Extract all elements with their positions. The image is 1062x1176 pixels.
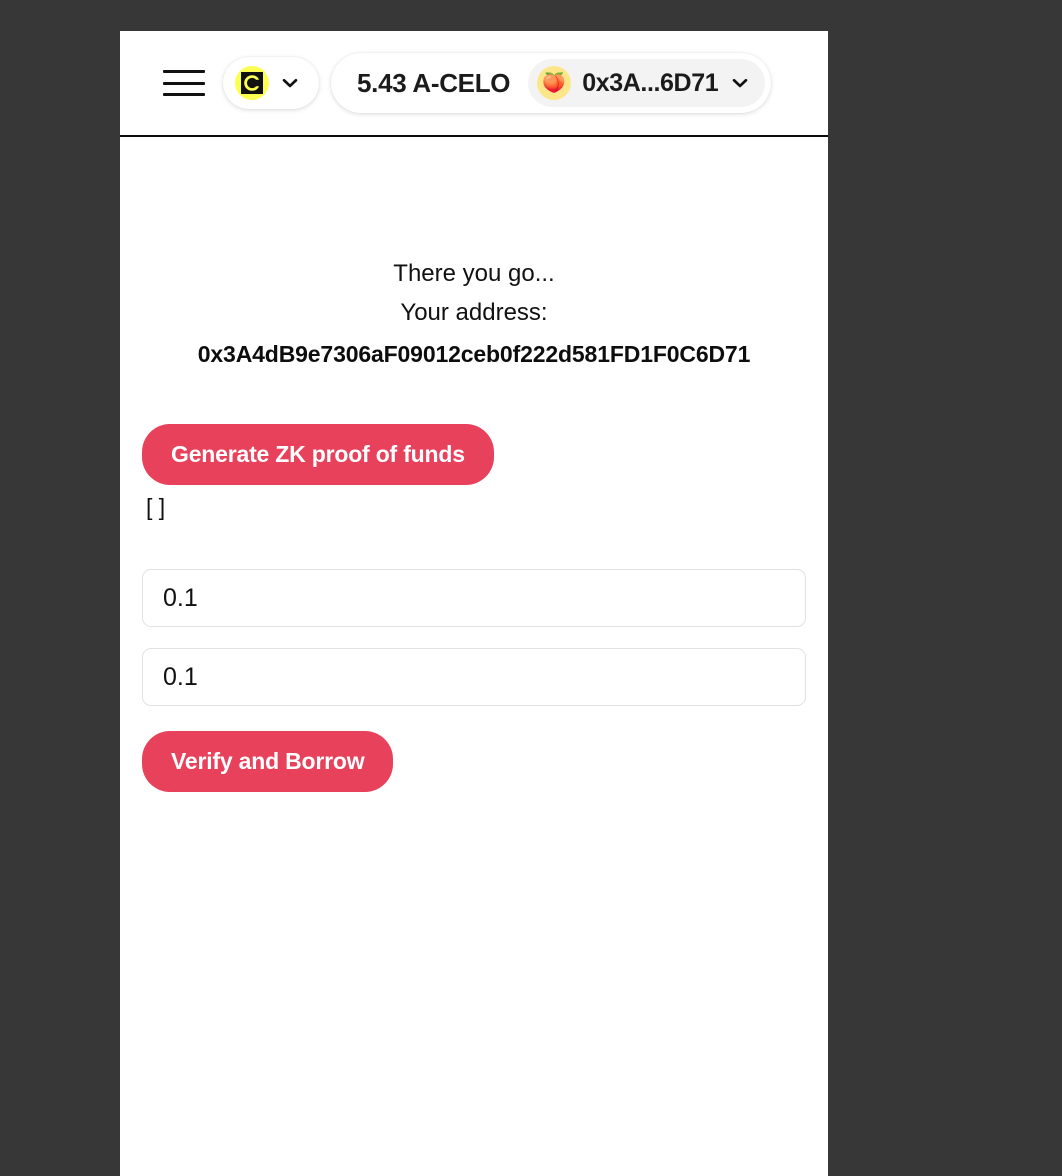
app-viewport: 5.43 A-CELO 🍑 0x3A...6D71 There you go..… xyxy=(120,31,828,1176)
hamburger-bar xyxy=(163,93,205,96)
hamburger-bar xyxy=(163,70,205,73)
network-selector[interactable] xyxy=(223,57,319,109)
account-summary: 5.43 A-CELO 🍑 0x3A...6D71 xyxy=(331,53,772,113)
chevron-down-icon xyxy=(729,72,751,94)
greeting-text: There you go... xyxy=(393,260,555,287)
generate-zk-proof-button[interactable]: Generate ZK proof of funds xyxy=(142,424,494,485)
account-address-short: 0x3A...6D71 xyxy=(582,68,719,97)
balance-label[interactable]: 5.43 A-CELO xyxy=(331,68,528,99)
proof-output: [ ] xyxy=(146,494,166,520)
celo-logo-icon xyxy=(235,66,269,100)
intro-block: There you go... Your address: 0x3A4dB9e7… xyxy=(142,254,806,371)
main-content: There you go... Your address: 0x3A4dB9e7… xyxy=(120,254,828,792)
avatar: 🍑 xyxy=(537,66,572,100)
account-address-chip[interactable]: 🍑 0x3A...6D71 xyxy=(528,59,766,107)
address-label: Your address: xyxy=(400,299,548,326)
app-header: 5.43 A-CELO 🍑 0x3A...6D71 xyxy=(120,31,828,137)
verify-and-borrow-button[interactable]: Verify and Borrow xyxy=(142,731,394,792)
verify-borrow-row: Verify and Borrow xyxy=(142,731,806,792)
hamburger-bar xyxy=(163,81,205,85)
borrow-amount-input[interactable] xyxy=(142,648,806,706)
generate-proof-row: Generate ZK proof of funds xyxy=(142,424,806,485)
borrow-field-wrap xyxy=(142,648,806,706)
hamburger-menu-icon[interactable] xyxy=(163,66,205,100)
wallet-address: 0x3A4dB9e7306aF09012ceb0f222d581FD1F0C6D… xyxy=(197,341,751,367)
collateral-field-wrap xyxy=(142,569,806,627)
chevron-down-icon xyxy=(279,72,301,94)
collateral-amount-input[interactable] xyxy=(142,569,806,627)
